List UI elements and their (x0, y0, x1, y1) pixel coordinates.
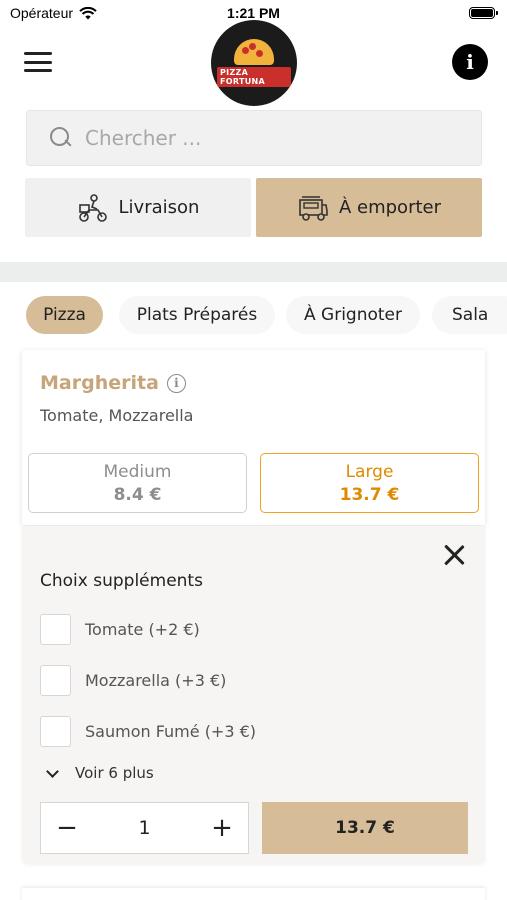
battery-level (471, 9, 493, 17)
product-card: Margherita i Tomate, Mozzarella Medium 8… (22, 350, 485, 525)
product-title: Margherita i (40, 372, 186, 394)
size-name: Large (345, 461, 394, 482)
supplement-option[interactable]: Tomate (+2 €) (40, 614, 200, 645)
takeaway-button[interactable]: À emporter (256, 178, 482, 237)
decrement-button[interactable]: − (55, 815, 79, 841)
category-tabs: Pizza Plats Préparés À Grignoter Sala (0, 296, 507, 338)
delivery-scooter-icon (78, 193, 107, 222)
tab-a-grignoter[interactable]: À Grignoter (286, 296, 420, 334)
search-bar[interactable] (26, 110, 482, 166)
tab-plats-prepares[interactable]: Plats Préparés (119, 296, 275, 334)
section-divider (0, 262, 507, 282)
quantity-value: 1 (138, 817, 151, 839)
size-option-medium[interactable]: Medium 8.4 € (28, 453, 247, 513)
delivery-button[interactable]: Livraison (25, 178, 251, 237)
size-name: Medium (103, 461, 172, 482)
delivery-label: Livraison (118, 197, 200, 218)
supplement-label: Tomate (+2 €) (85, 620, 200, 639)
food-truck-icon (299, 195, 328, 221)
tab-salades[interactable]: Sala (432, 296, 507, 334)
size-option-large[interactable]: Large 13.7 € (260, 453, 479, 513)
product-name: Margherita (40, 372, 159, 394)
total-price: 13.7 € (335, 818, 395, 838)
product-info-icon[interactable]: i (166, 373, 186, 393)
size-price: 13.7 € (339, 484, 400, 505)
search-icon (49, 126, 73, 150)
supplement-checkbox[interactable] (40, 716, 71, 747)
status-time: 1:21 PM (227, 5, 280, 21)
hamburger-menu-icon[interactable] (24, 52, 52, 72)
battery-icon (469, 7, 498, 19)
supplement-option[interactable]: Mozzarella (+3 €) (40, 665, 226, 696)
pizza-slice-icon (234, 39, 274, 65)
supplements-panel: Choix suppléments Tomate (+2 €) Mozzarel… (22, 526, 485, 864)
supplement-checkbox[interactable] (40, 614, 71, 645)
tab-pizza[interactable]: Pizza (26, 296, 103, 334)
size-price: 8.4 € (113, 484, 162, 505)
info-button[interactable]: i (452, 44, 488, 80)
next-product-card (22, 888, 485, 900)
increment-button[interactable]: + (210, 815, 234, 841)
close-icon[interactable] (441, 542, 467, 568)
product-description: Tomate, Mozzarella (40, 406, 194, 425)
supplement-option[interactable]: Saumon Fumé (+3 €) (40, 716, 256, 747)
supplement-label: Saumon Fumé (+3 €) (85, 722, 257, 741)
see-more-label: Voir 6 plus (75, 764, 154, 782)
add-to-cart-button[interactable]: 13.7 € (262, 802, 468, 854)
logo-text: PIZZA FORTUNA (217, 67, 291, 87)
supplement-label: Mozzarella (+3 €) (85, 671, 227, 690)
search-input[interactable] (85, 126, 445, 150)
supplements-title: Choix suppléments (40, 571, 203, 591)
see-more-button[interactable]: Voir 6 plus (46, 764, 154, 782)
chevron-down-icon (46, 764, 59, 778)
quantity-stepper: − 1 + (40, 802, 249, 854)
takeaway-label: À emporter (338, 197, 441, 218)
restaurant-logo: PIZZA FORTUNA (211, 20, 297, 106)
supplement-checkbox[interactable] (40, 665, 71, 696)
